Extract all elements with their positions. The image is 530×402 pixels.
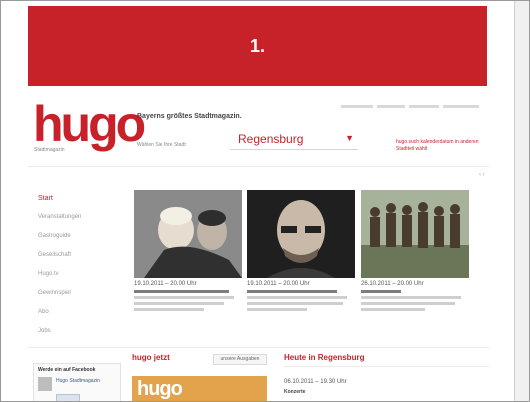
nav-item-hugo-tv[interactable]: Hugo.tv (38, 271, 118, 281)
featured-date: 19.10.2011 – 20.00 Uhr (134, 281, 197, 287)
facebook-title: Werde ein auf Facebook (38, 367, 96, 373)
nav-item-gewinnspiel[interactable]: Gewinnspiel (38, 290, 118, 300)
event-date: 06.10.2011 – 19.30 Uhr (284, 379, 347, 385)
city-select[interactable]: Regensburg ▼ (230, 129, 358, 150)
issues-button[interactable]: unsere Ausgaben (213, 354, 267, 365)
featured-photo-2[interactable] (247, 190, 355, 278)
vertical-scrollbar[interactable] (514, 1, 529, 401)
featured-caption-2[interactable]: 19.10.2011 – 20.00 Uhr (247, 281, 355, 311)
city-label: Wählen Sie Ihre Stadt: (137, 142, 188, 148)
event-name[interactable]: Konzerte (284, 389, 305, 395)
featured-photo-1[interactable] (134, 190, 242, 278)
facebook-avatar (38, 377, 52, 391)
slider-pager[interactable]: ‹ › (479, 172, 485, 178)
logo-subtitle: Stadtmagazin (34, 147, 65, 153)
nav-item-abo[interactable]: Abo (38, 309, 118, 319)
nav-item-gesellschaft[interactable]: Gesellschaft (38, 252, 118, 262)
section-title-hugo-jetzt: hugo jetzt (132, 353, 170, 362)
banner-label: 1. (249, 35, 265, 56)
city-select-value: Regensburg (238, 132, 304, 146)
nav-item-start[interactable]: Start (38, 195, 118, 205)
portrait-photo (247, 190, 355, 278)
nav-item-gastroguide[interactable]: Gastroguide (38, 233, 118, 243)
comedians-photo (134, 190, 242, 278)
nav-item-jobs[interactable]: Jobs (38, 328, 118, 338)
featured-caption-1[interactable]: 19.10.2011 – 20.00 Uhr (134, 281, 242, 311)
main-nav: Start Veranstaltungen Gastroguide Gesell… (38, 195, 118, 347)
header-divider (28, 166, 489, 167)
content-divider (28, 347, 489, 348)
featured-date: 26.10.2011 – 20.00 Uhr (361, 281, 424, 287)
featured-date: 19.10.2011 – 20.00 Uhr (247, 281, 310, 287)
facebook-like-button[interactable] (56, 394, 80, 401)
logo[interactable]: hugo (33, 99, 146, 149)
calendar-link[interactable]: hugo.such kalenderdatum in anderen Stadt… (396, 139, 486, 153)
facebook-widget: Werde ein auf Facebook Hugo Stadtmagazin (33, 363, 121, 401)
featured-caption-3[interactable]: 26.10.2011 – 20.00 Uhr (361, 281, 469, 311)
featured-photo-3[interactable] (361, 190, 469, 278)
facebook-page-name[interactable]: Hugo Stadtmagazin (56, 378, 100, 385)
top-links[interactable] (341, 98, 491, 109)
tagline: Bayerns größtes Stadtmagazin. (137, 113, 242, 120)
nav-item-veranstaltungen[interactable]: Veranstaltungen (38, 214, 118, 224)
ad-banner[interactable]: 1. (28, 6, 487, 86)
band-photo (361, 190, 469, 278)
chevron-down-icon[interactable]: ▼ (345, 133, 354, 143)
section-title-heute: Heute in Regensburg (284, 353, 365, 362)
cover-title: hugo (137, 378, 183, 400)
section-divider (284, 366, 489, 367)
browser-frame: 1. hugo Stadtmagazin Bayerns größtes Sta… (0, 0, 530, 402)
magazine-cover[interactable]: hugo (132, 376, 267, 401)
